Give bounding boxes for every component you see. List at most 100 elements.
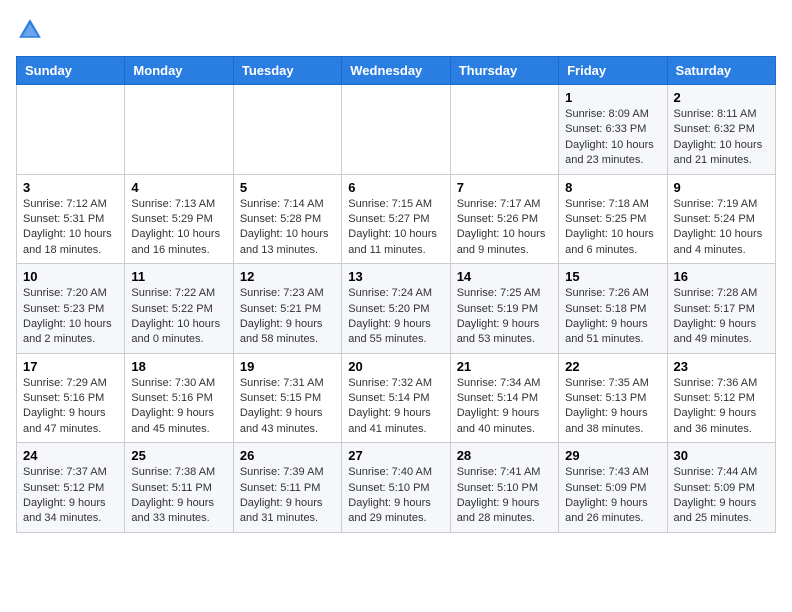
- day-number: 30: [674, 448, 769, 463]
- day-info: Sunrise: 7:41 AMSunset: 5:10 PMDaylight:…: [457, 465, 552, 527]
- empty-cell: [17, 85, 125, 175]
- day-number: 16: [674, 269, 769, 284]
- day-info: Sunrise: 7:13 AMSunset: 5:29 PMDaylight:…: [131, 197, 226, 259]
- day-number: 14: [457, 269, 552, 284]
- calendar-day-14: 14 Sunrise: 7:25 AMSunset: 5:19 PMDayligh…: [450, 264, 558, 354]
- calendar-day-15: 15 Sunrise: 7:26 AMSunset: 5:18 PMDayligh…: [559, 264, 667, 354]
- empty-cell: [125, 85, 233, 175]
- calendar-header: SundayMondayTuesdayWednesdayThursdayFrid…: [17, 57, 776, 85]
- day-info: Sunrise: 7:29 AMSunset: 5:16 PMDaylight:…: [23, 376, 118, 438]
- weekday-header-thursday: Thursday: [450, 57, 558, 85]
- day-info: Sunrise: 7:26 AMSunset: 5:18 PMDaylight:…: [565, 286, 660, 348]
- weekday-header-friday: Friday: [559, 57, 667, 85]
- logo: [16, 16, 48, 44]
- calendar-day-25: 25 Sunrise: 7:38 AMSunset: 5:11 PMDayligh…: [125, 443, 233, 533]
- day-number: 25: [131, 448, 226, 463]
- day-number: 11: [131, 269, 226, 284]
- day-info: Sunrise: 7:36 AMSunset: 5:12 PMDaylight:…: [674, 376, 769, 438]
- calendar-day-8: 8 Sunrise: 7:18 AMSunset: 5:25 PMDaylight…: [559, 174, 667, 264]
- day-number: 18: [131, 359, 226, 374]
- calendar-day-2: 2Sunrise: 8:11 AMSunset: 6:32 PMDaylight…: [667, 85, 775, 175]
- day-info: Sunrise: 7:37 AMSunset: 5:12 PMDaylight:…: [23, 465, 118, 527]
- day-number: 23: [674, 359, 769, 374]
- calendar-day-28: 28 Sunrise: 7:41 AMSunset: 5:10 PMDayligh…: [450, 443, 558, 533]
- day-number: 3: [23, 180, 118, 195]
- calendar-day-22: 22 Sunrise: 7:35 AMSunset: 5:13 PMDayligh…: [559, 353, 667, 443]
- calendar-day-30: 30 Sunrise: 7:44 AMSunset: 5:09 PMDayligh…: [667, 443, 775, 533]
- day-number: 24: [23, 448, 118, 463]
- day-info: Sunrise: 7:15 AMSunset: 5:27 PMDaylight:…: [348, 197, 443, 259]
- empty-cell: [233, 85, 341, 175]
- calendar-day-26: 26Sunrise: 7:39 AMSunset: 5:11 PMDayligh…: [233, 443, 341, 533]
- day-number: 8: [565, 180, 660, 195]
- calendar-week-4: 17 Sunrise: 7:29 AMSunset: 5:16 PMDayligh…: [17, 353, 776, 443]
- day-info: Sunrise: 7:20 AMSunset: 5:23 PMDaylight:…: [23, 286, 118, 348]
- weekday-header-monday: Monday: [125, 57, 233, 85]
- day-number: 17: [23, 359, 118, 374]
- day-info: Sunrise: 7:34 AMSunset: 5:14 PMDaylight:…: [457, 376, 552, 438]
- day-info: Sunrise: 7:44 AMSunset: 5:09 PMDaylight:…: [674, 465, 769, 527]
- day-info: Sunrise: 7:17 AMSunset: 5:26 PMDaylight:…: [457, 197, 552, 259]
- calendar-day-24: 24 Sunrise: 7:37 AMSunset: 5:12 PMDayligh…: [17, 443, 125, 533]
- day-info: Sunrise: 7:23 AMSunset: 5:21 PMDaylight:…: [240, 286, 335, 348]
- calendar-day-17: 17 Sunrise: 7:29 AMSunset: 5:16 PMDayligh…: [17, 353, 125, 443]
- day-info: Sunrise: 7:18 AMSunset: 5:25 PMDaylight:…: [565, 197, 660, 259]
- day-info: Sunrise: 7:30 AMSunset: 5:16 PMDaylight:…: [131, 376, 226, 438]
- day-number: 6: [348, 180, 443, 195]
- weekday-header-sunday: Sunday: [17, 57, 125, 85]
- empty-cell: [450, 85, 558, 175]
- calendar-day-21: 21Sunrise: 7:34 AMSunset: 5:14 PMDayligh…: [450, 353, 558, 443]
- calendar-day-7: 7 Sunrise: 7:17 AMSunset: 5:26 PMDaylight…: [450, 174, 558, 264]
- weekday-header-wednesday: Wednesday: [342, 57, 450, 85]
- day-number: 12: [240, 269, 335, 284]
- day-info: Sunrise: 7:35 AMSunset: 5:13 PMDaylight:…: [565, 376, 660, 438]
- weekday-header-saturday: Saturday: [667, 57, 775, 85]
- day-number: 15: [565, 269, 660, 284]
- day-info: Sunrise: 7:12 AMSunset: 5:31 PMDaylight:…: [23, 197, 118, 259]
- calendar-day-10: 10 Sunrise: 7:20 AMSunset: 5:23 PMDayligh…: [17, 264, 125, 354]
- calendar-day-16: 16 Sunrise: 7:28 AMSunset: 5:17 PMDayligh…: [667, 264, 775, 354]
- day-info: Sunrise: 7:19 AMSunset: 5:24 PMDaylight:…: [674, 197, 769, 259]
- day-number: 1: [565, 90, 660, 105]
- day-info: Sunrise: 7:28 AMSunset: 5:17 PMDaylight:…: [674, 286, 769, 348]
- day-number: 4: [131, 180, 226, 195]
- day-number: 20: [348, 359, 443, 374]
- calendar-day-12: 12 Sunrise: 7:23 AMSunset: 5:21 PMDayligh…: [233, 264, 341, 354]
- day-info: Sunrise: 7:14 AMSunset: 5:28 PMDaylight:…: [240, 197, 335, 259]
- calendar-day-23: 23 Sunrise: 7:36 AMSunset: 5:12 PMDayligh…: [667, 353, 775, 443]
- calendar-day-29: 29 Sunrise: 7:43 AMSunset: 5:09 PMDayligh…: [559, 443, 667, 533]
- day-info: Sunrise: 7:38 AMSunset: 5:11 PMDaylight:…: [131, 465, 226, 527]
- day-number: 22: [565, 359, 660, 374]
- day-number: 29: [565, 448, 660, 463]
- empty-cell: [342, 85, 450, 175]
- day-info: Sunrise: 8:09 AMSunset: 6:33 PMDaylight:…: [565, 107, 660, 169]
- day-number: 10: [23, 269, 118, 284]
- day-number: 28: [457, 448, 552, 463]
- day-number: 5: [240, 180, 335, 195]
- calendar-day-9: 9 Sunrise: 7:19 AMSunset: 5:24 PMDaylight…: [667, 174, 775, 264]
- calendar-week-5: 24 Sunrise: 7:37 AMSunset: 5:12 PMDayligh…: [17, 443, 776, 533]
- calendar-table: SundayMondayTuesdayWednesdayThursdayFrid…: [16, 56, 776, 533]
- day-number: 7: [457, 180, 552, 195]
- day-info: Sunrise: 7:31 AMSunset: 5:15 PMDaylight:…: [240, 376, 335, 438]
- calendar-day-1: 1 Sunrise: 8:09 AMSunset: 6:33 PMDaylight…: [559, 85, 667, 175]
- calendar-day-3: 3 Sunrise: 7:12 AMSunset: 5:31 PMDaylight…: [17, 174, 125, 264]
- day-info: Sunrise: 7:25 AMSunset: 5:19 PMDaylight:…: [457, 286, 552, 348]
- day-info: Sunrise: 7:22 AMSunset: 5:22 PMDaylight:…: [131, 286, 226, 348]
- calendar-day-11: 11 Sunrise: 7:22 AMSunset: 5:22 PMDayligh…: [125, 264, 233, 354]
- day-info: Sunrise: 7:40 AMSunset: 5:10 PMDaylight:…: [348, 465, 443, 527]
- calendar-day-13: 13Sunrise: 7:24 AMSunset: 5:20 PMDayligh…: [342, 264, 450, 354]
- weekday-header-tuesday: Tuesday: [233, 57, 341, 85]
- day-number: 26: [240, 448, 335, 463]
- day-info: Sunrise: 8:11 AMSunset: 6:32 PMDaylight:…: [674, 107, 769, 169]
- day-info: Sunrise: 7:43 AMSunset: 5:09 PMDaylight:…: [565, 465, 660, 527]
- calendar-body: 1 Sunrise: 8:09 AMSunset: 6:33 PMDaylight…: [17, 85, 776, 533]
- day-info: Sunrise: 7:24 AMSunset: 5:20 PMDaylight:…: [348, 286, 443, 348]
- day-info: Sunrise: 7:32 AMSunset: 5:14 PMDaylight:…: [348, 376, 443, 438]
- calendar-day-20: 20 Sunrise: 7:32 AMSunset: 5:14 PMDayligh…: [342, 353, 450, 443]
- logo-icon: [16, 16, 44, 44]
- calendar-week-1: 1 Sunrise: 8:09 AMSunset: 6:33 PMDaylight…: [17, 85, 776, 175]
- day-number: 9: [674, 180, 769, 195]
- calendar-day-6: 6 Sunrise: 7:15 AMSunset: 5:27 PMDaylight…: [342, 174, 450, 264]
- calendar-day-5: 5 Sunrise: 7:14 AMSunset: 5:28 PMDaylight…: [233, 174, 341, 264]
